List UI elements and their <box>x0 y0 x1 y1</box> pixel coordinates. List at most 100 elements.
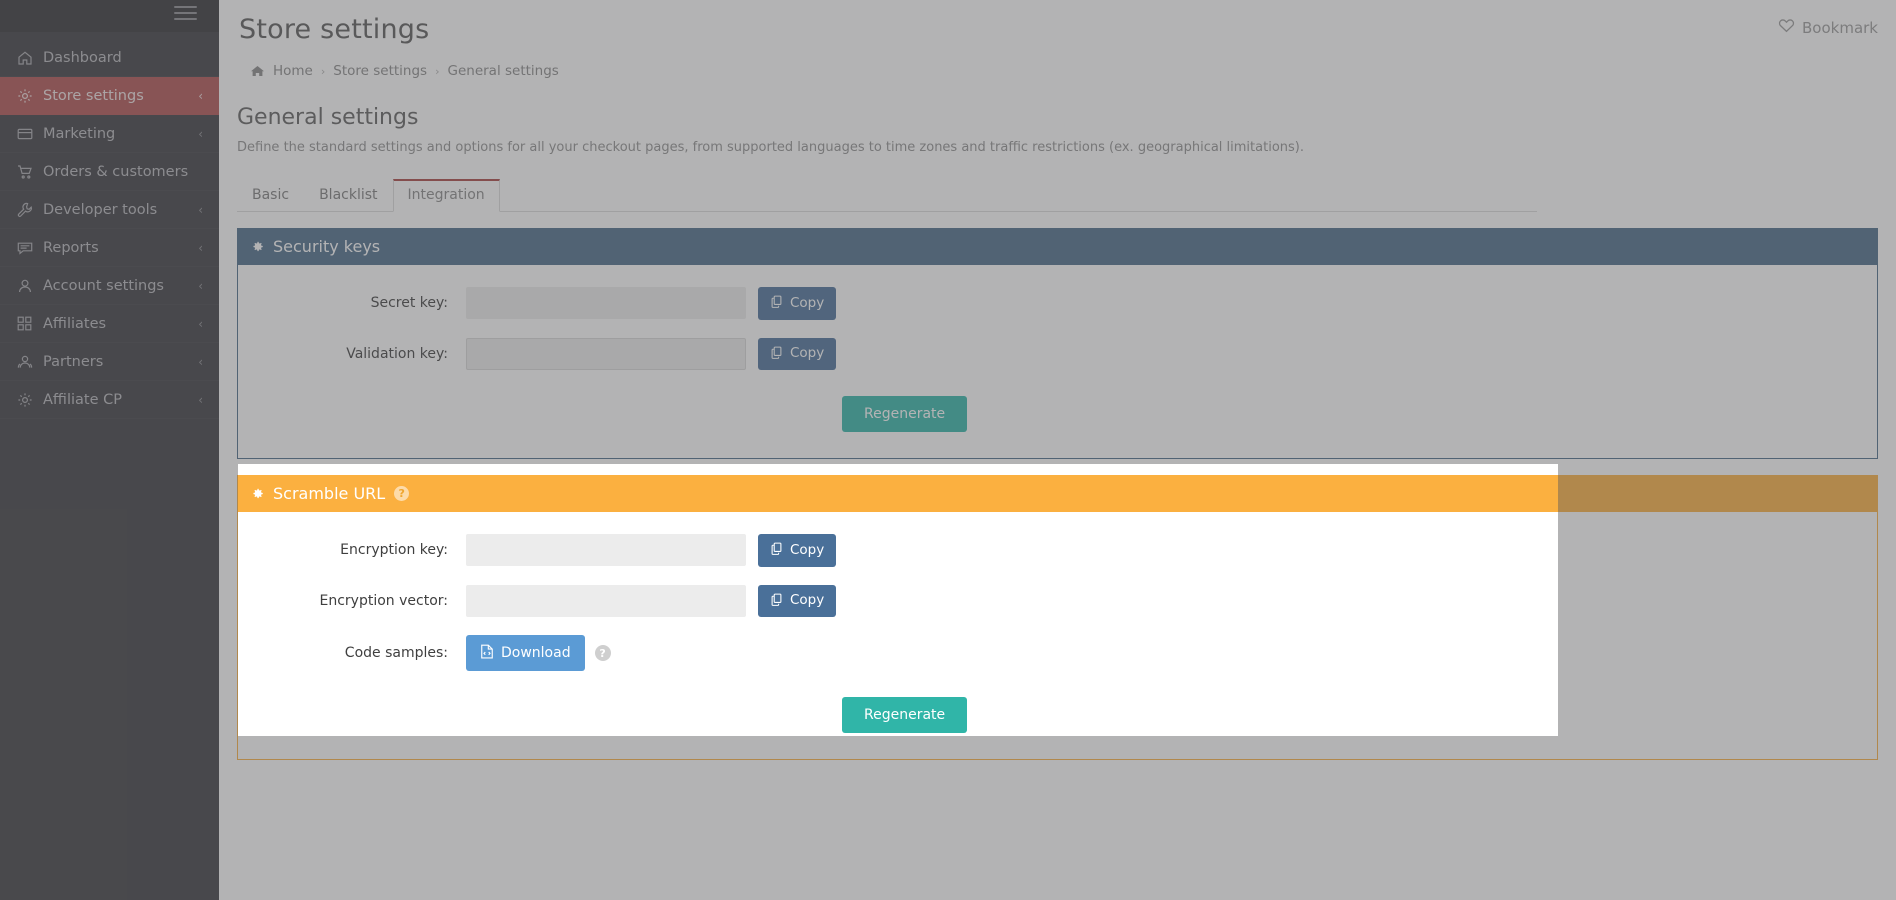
home-icon <box>251 65 264 77</box>
page-title: Store settings <box>239 14 430 45</box>
sidebar-item-label: Account settings <box>43 277 164 294</box>
page-header: Store settings Bookmark Home › Store set… <box>219 0 1896 79</box>
security-regenerate-row: Regenerate <box>238 388 1877 432</box>
sidebar-item-label: Dashboard <box>43 49 122 66</box>
code-samples-row: Code samples: Download ? <box>238 635 1877 671</box>
secret-key-input[interactable] <box>466 287 746 320</box>
chevron-left-icon: ‹ <box>198 88 203 103</box>
encryption-vector-copy-button[interactable]: Copy <box>758 584 837 617</box>
chevron-left-icon: ‹ <box>198 392 203 407</box>
encryption-key-row: Encryption key: Copy <box>238 534 1877 567</box>
bookmark-button[interactable]: Bookmark <box>1778 18 1878 37</box>
question-circle-icon[interactable]: ? <box>394 486 410 501</box>
sidebar-item-label: Affiliate CP <box>43 391 122 408</box>
secret-key-copy-button[interactable]: Copy <box>758 287 837 320</box>
wrench-icon <box>17 202 43 218</box>
scramble-url-panel-header: Scramble URL ? <box>237 475 1878 512</box>
copy-button-label: Copy <box>790 345 825 361</box>
sidebar-item-orders-customers[interactable]: Orders & customers <box>0 153 219 191</box>
breadcrumb-item-store-settings[interactable]: Store settings <box>333 63 427 79</box>
breadcrumb-separator: › <box>320 64 326 78</box>
scramble-url-panel-title: Scramble URL <box>273 484 386 503</box>
sidebar-item-affiliate-cp[interactable]: Affiliate CP ‹ <box>0 381 219 419</box>
security-keys-panel: Security keys Secret key: Copy Validatio… <box>237 228 1878 459</box>
encryption-vector-row: Encryption vector: Copy <box>238 584 1877 617</box>
hamburger-menu-icon[interactable] <box>174 3 197 23</box>
scramble-url-panel: Scramble URL ? Encryption key: Copy Encr… <box>237 475 1878 760</box>
grid-icon <box>17 316 43 331</box>
card-icon <box>17 127 43 141</box>
sidebar-item-developer-tools[interactable]: Developer tools ‹ <box>0 191 219 229</box>
cart-icon <box>17 164 43 180</box>
sidebar: Dashboard Store settings ‹ Marketing ‹ O… <box>0 0 219 900</box>
copy-button-label: Copy <box>790 541 825 558</box>
tab-bar: Basic Blacklist Integration <box>237 179 1537 212</box>
app-root: Dashboard Store settings ‹ Marketing ‹ O… <box>0 0 1896 900</box>
copy-icon <box>770 593 783 610</box>
users-icon <box>17 354 43 370</box>
code-samples-label: Code samples: <box>344 645 448 661</box>
secret-key-row: Secret key: Copy <box>238 287 1877 320</box>
validation-key-copy-button[interactable]: Copy <box>758 337 837 370</box>
sidebar-item-label: Affiliates <box>43 315 107 332</box>
chevron-left-icon: ‹ <box>198 202 203 217</box>
copy-icon <box>770 542 783 559</box>
sidebar-item-label: Partners <box>43 353 104 370</box>
sidebar-item-reports[interactable]: Reports ‹ <box>0 229 219 267</box>
chevron-left-icon: ‹ <box>198 354 203 369</box>
breadcrumb-separator: › <box>435 64 440 78</box>
sidebar-item-label: Orders & customers <box>43 163 189 180</box>
question-circle-icon[interactable]: ? <box>594 645 611 661</box>
section-title: General settings <box>237 105 419 130</box>
sidebar-item-account-settings[interactable]: Account settings ‹ <box>0 267 219 305</box>
tab-basic[interactable]: Basic <box>237 179 304 212</box>
validation-key-input[interactable] <box>466 337 746 370</box>
validation-key-label: Validation key: <box>346 345 448 362</box>
user-icon <box>17 278 43 294</box>
copy-icon <box>770 295 783 312</box>
secret-key-label: Secret key: <box>370 295 448 312</box>
scramble-regenerate-button[interactable]: Regenerate <box>842 697 968 733</box>
chevron-left-icon: ‹ <box>198 126 203 141</box>
breadcrumb-item-general-settings[interactable]: General settings <box>448 63 559 79</box>
sidebar-item-label: Marketing <box>43 125 116 142</box>
encryption-vector-label: Encryption vector: <box>319 592 449 609</box>
sidebar-item-label: Developer tools <box>43 201 158 218</box>
breadcrumb-item-home[interactable]: Home <box>273 63 313 79</box>
home-icon <box>17 50 43 66</box>
encryption-key-input[interactable] <box>466 534 746 567</box>
file-code-icon <box>480 644 494 662</box>
code-samples-download-button[interactable]: Download <box>466 635 585 671</box>
security-keys-panel-title: Security keys <box>273 237 381 256</box>
security-regenerate-button[interactable]: Regenerate <box>842 396 968 432</box>
tab-integration[interactable]: Integration <box>392 179 500 212</box>
encryption-vector-input[interactable] <box>466 584 746 617</box>
copy-icon <box>770 346 783 363</box>
gear-icon <box>17 392 43 408</box>
bookmark-label: Bookmark <box>1802 18 1878 37</box>
sidebar-item-store-settings[interactable]: Store settings ‹ <box>0 77 219 115</box>
copy-button-label: Copy <box>790 294 825 311</box>
security-keys-panel-body: Secret key: Copy Validation key: Copy Re… <box>237 265 1878 459</box>
gear-icon <box>17 88 43 104</box>
encryption-key-label: Encryption key: <box>340 542 448 559</box>
sidebar-item-label: Store settings <box>43 87 144 104</box>
section-header: General settings Define the standard set… <box>219 79 1896 155</box>
sidebar-item-dashboard[interactable]: Dashboard <box>0 39 219 77</box>
gear-icon <box>251 240 264 253</box>
download-button-label: Download <box>501 645 571 661</box>
sidebar-item-partners[interactable]: Partners ‹ <box>0 343 219 381</box>
scramble-url-panel-body: Encryption key: Copy Encryption vector: <box>237 512 1878 760</box>
security-keys-panel-header: Security keys <box>237 228 1878 265</box>
validation-key-row: Validation key: Copy <box>238 337 1877 370</box>
sidebar-item-marketing[interactable]: Marketing ‹ <box>0 115 219 153</box>
sidebar-nav: Dashboard Store settings ‹ Marketing ‹ O… <box>0 39 219 419</box>
chevron-left-icon: ‹ <box>198 278 203 293</box>
encryption-key-copy-button[interactable]: Copy <box>758 534 837 567</box>
sidebar-header <box>0 0 219 32</box>
sidebar-item-affiliates[interactable]: Affiliates ‹ <box>0 305 219 343</box>
copy-button-label: Copy <box>790 592 825 608</box>
section-description: Define the standard settings and options… <box>237 140 1304 155</box>
comment-icon <box>17 241 43 255</box>
tab-blacklist[interactable]: Blacklist <box>304 179 392 212</box>
